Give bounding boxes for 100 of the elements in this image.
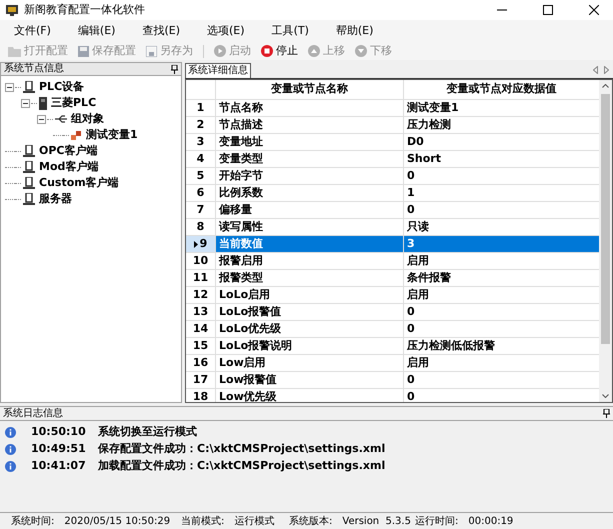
table-cell: LoLo启用: [216, 287, 404, 303]
table-row[interactable]: 14 LoLo优先级 0: [186, 321, 599, 338]
table-cell: Low启用: [216, 355, 404, 371]
log-message: 加载配置文件成功：C:\xktCMSProject\settings.xml: [98, 458, 386, 474]
table-row[interactable]: 2 节点描述 压力检测: [186, 117, 599, 134]
row-number: 17: [192, 372, 208, 388]
table-cell-text: 压力检测低低报警: [406, 338, 496, 354]
table-row[interactable]: 3 变量地址 D0: [186, 134, 599, 151]
status-value: 运行模式: [234, 514, 274, 528]
table-cell: 读写属性: [216, 219, 404, 235]
tree-item[interactable]: 组对象: [71, 110, 104, 128]
play-icon: [214, 45, 226, 57]
status-label: 当前模式:: [181, 514, 224, 528]
table-cell-text: 0: [406, 372, 416, 388]
collapse-toggle[interactable]: [37, 114, 46, 124]
info-icon: [5, 444, 16, 455]
table-row[interactable]: 5 开始字节 0: [186, 168, 599, 185]
row-number: 2: [196, 116, 204, 133]
menu-item[interactable]: 文件(F): [14, 22, 51, 40]
computer-icon: [23, 145, 35, 157]
collapse-toggle[interactable]: [21, 98, 30, 108]
pin-icon[interactable]: [171, 64, 178, 74]
scroll-up-icon[interactable]: [602, 84, 609, 88]
row-number: 11: [192, 270, 208, 286]
status-label: 系统时间:: [11, 514, 54, 528]
table-row[interactable]: 7 偏移量 0: [186, 202, 599, 219]
table-cell: 报警启用: [216, 253, 404, 269]
table-cell-text: 启用: [406, 253, 430, 269]
table-row[interactable]: 6 比例系数 1: [186, 185, 599, 202]
table-cell-text: 3: [406, 236, 416, 252]
table-row[interactable]: 4 变量类型 Short: [186, 151, 599, 168]
table-cell: 比例系数: [216, 185, 404, 201]
table-row[interactable]: 10 报警启用 启用: [186, 253, 599, 270]
table-cell: Low报警值: [216, 372, 404, 388]
computer-icon: [23, 161, 35, 173]
row-number: 12: [192, 286, 208, 303]
row-number: 14: [192, 320, 208, 337]
table-cell: LoLo优先级: [216, 321, 404, 337]
row-number: 18: [192, 388, 208, 402]
tree-item[interactable]: 服务器: [39, 190, 72, 208]
row-number: 6: [196, 184, 204, 201]
menu-item[interactable]: 查找(E): [142, 22, 180, 40]
scrollbar[interactable]: [599, 80, 612, 402]
table-row[interactable]: 9 当前数值 3: [186, 236, 599, 253]
table-row[interactable]: 18 Low优先级 0: [186, 389, 599, 402]
table-row[interactable]: 13 LoLo报警值 0: [186, 304, 599, 321]
row-pointer-icon: [194, 240, 198, 248]
computer-icon: [23, 81, 35, 93]
log-time: 10:49:51: [31, 441, 87, 458]
close-icon[interactable]: [589, 5, 599, 15]
tree-item[interactable]: Mod客户端: [39, 158, 98, 176]
table-cell-text: Short: [406, 151, 442, 167]
table-cell-text: 启用: [406, 287, 430, 303]
maximize-icon[interactable]: [543, 5, 553, 15]
status-value: Version 5.3.5: [342, 514, 411, 528]
row-number: 5: [196, 168, 204, 184]
log-message: 系统切换至运行模式: [98, 424, 197, 440]
stop-icon: [261, 45, 273, 57]
column-header[interactable]: 变量或节点名称: [216, 80, 404, 99]
collapse-toggle[interactable]: [5, 82, 14, 92]
menu-item[interactable]: 编辑(E): [78, 22, 116, 40]
row-number: 9: [200, 236, 208, 252]
table-row[interactable]: 16 Low启用 启用: [186, 355, 599, 372]
panel-tab[interactable]: 系统详细信息: [185, 63, 251, 78]
toolbar-button[interactable]: 停止: [261, 42, 298, 60]
row-number: 16: [192, 354, 208, 371]
table-cell-text: D0: [406, 134, 425, 150]
status-label: 运行时间:: [415, 514, 458, 528]
menu-item[interactable]: 工具(T): [272, 22, 309, 40]
tree-item[interactable]: PLC设备: [39, 78, 84, 96]
device-icon: [39, 96, 47, 110]
window-title: 新阁教育配置一体化软件: [24, 2, 145, 18]
table-cell-text: 只读: [406, 219, 430, 235]
scroll-down-icon[interactable]: [602, 394, 609, 398]
column-header[interactable]: 变量或节点对应数据值: [404, 80, 599, 99]
tree-item[interactable]: OPC客户端: [39, 142, 98, 160]
table-cell: 报警类型: [216, 270, 404, 286]
table-row[interactable]: 1 节点名称 测试变量1: [186, 100, 599, 117]
folder-icon: [8, 46, 21, 56]
tree-item[interactable]: 三菱PLC: [51, 94, 96, 112]
pin-icon[interactable]: [603, 409, 610, 418]
table-cell: 变量类型: [216, 151, 404, 167]
scroll-left-icon[interactable]: [593, 66, 598, 74]
table-row[interactable]: 12 LoLo启用 启用: [186, 287, 599, 304]
scroll-thumb[interactable]: [601, 94, 610, 344]
tree-item[interactable]: 测试变量1: [86, 126, 138, 144]
link-icon: [71, 130, 82, 140]
panel-title: 系统节点信息: [4, 64, 64, 74]
table-cell: 节点名称: [216, 100, 404, 116]
table-row[interactable]: 15 LoLo报警说明 压力检测低低报警: [186, 338, 599, 355]
tree-item[interactable]: Custom客户端: [39, 174, 119, 192]
table-cell-text: 启用: [406, 355, 430, 371]
computer-icon: [23, 193, 35, 205]
menu-item[interactable]: 选项(E): [207, 22, 245, 40]
table-cell: LoLo报警值: [216, 304, 404, 320]
scroll-right-icon[interactable]: [604, 66, 609, 74]
menu-item[interactable]: 帮助(E): [336, 22, 374, 40]
table-row[interactable]: 11 报警类型 条件报警: [186, 270, 599, 287]
usb-icon: [55, 115, 67, 123]
table-row[interactable]: 17 Low报警值 0: [186, 372, 599, 389]
